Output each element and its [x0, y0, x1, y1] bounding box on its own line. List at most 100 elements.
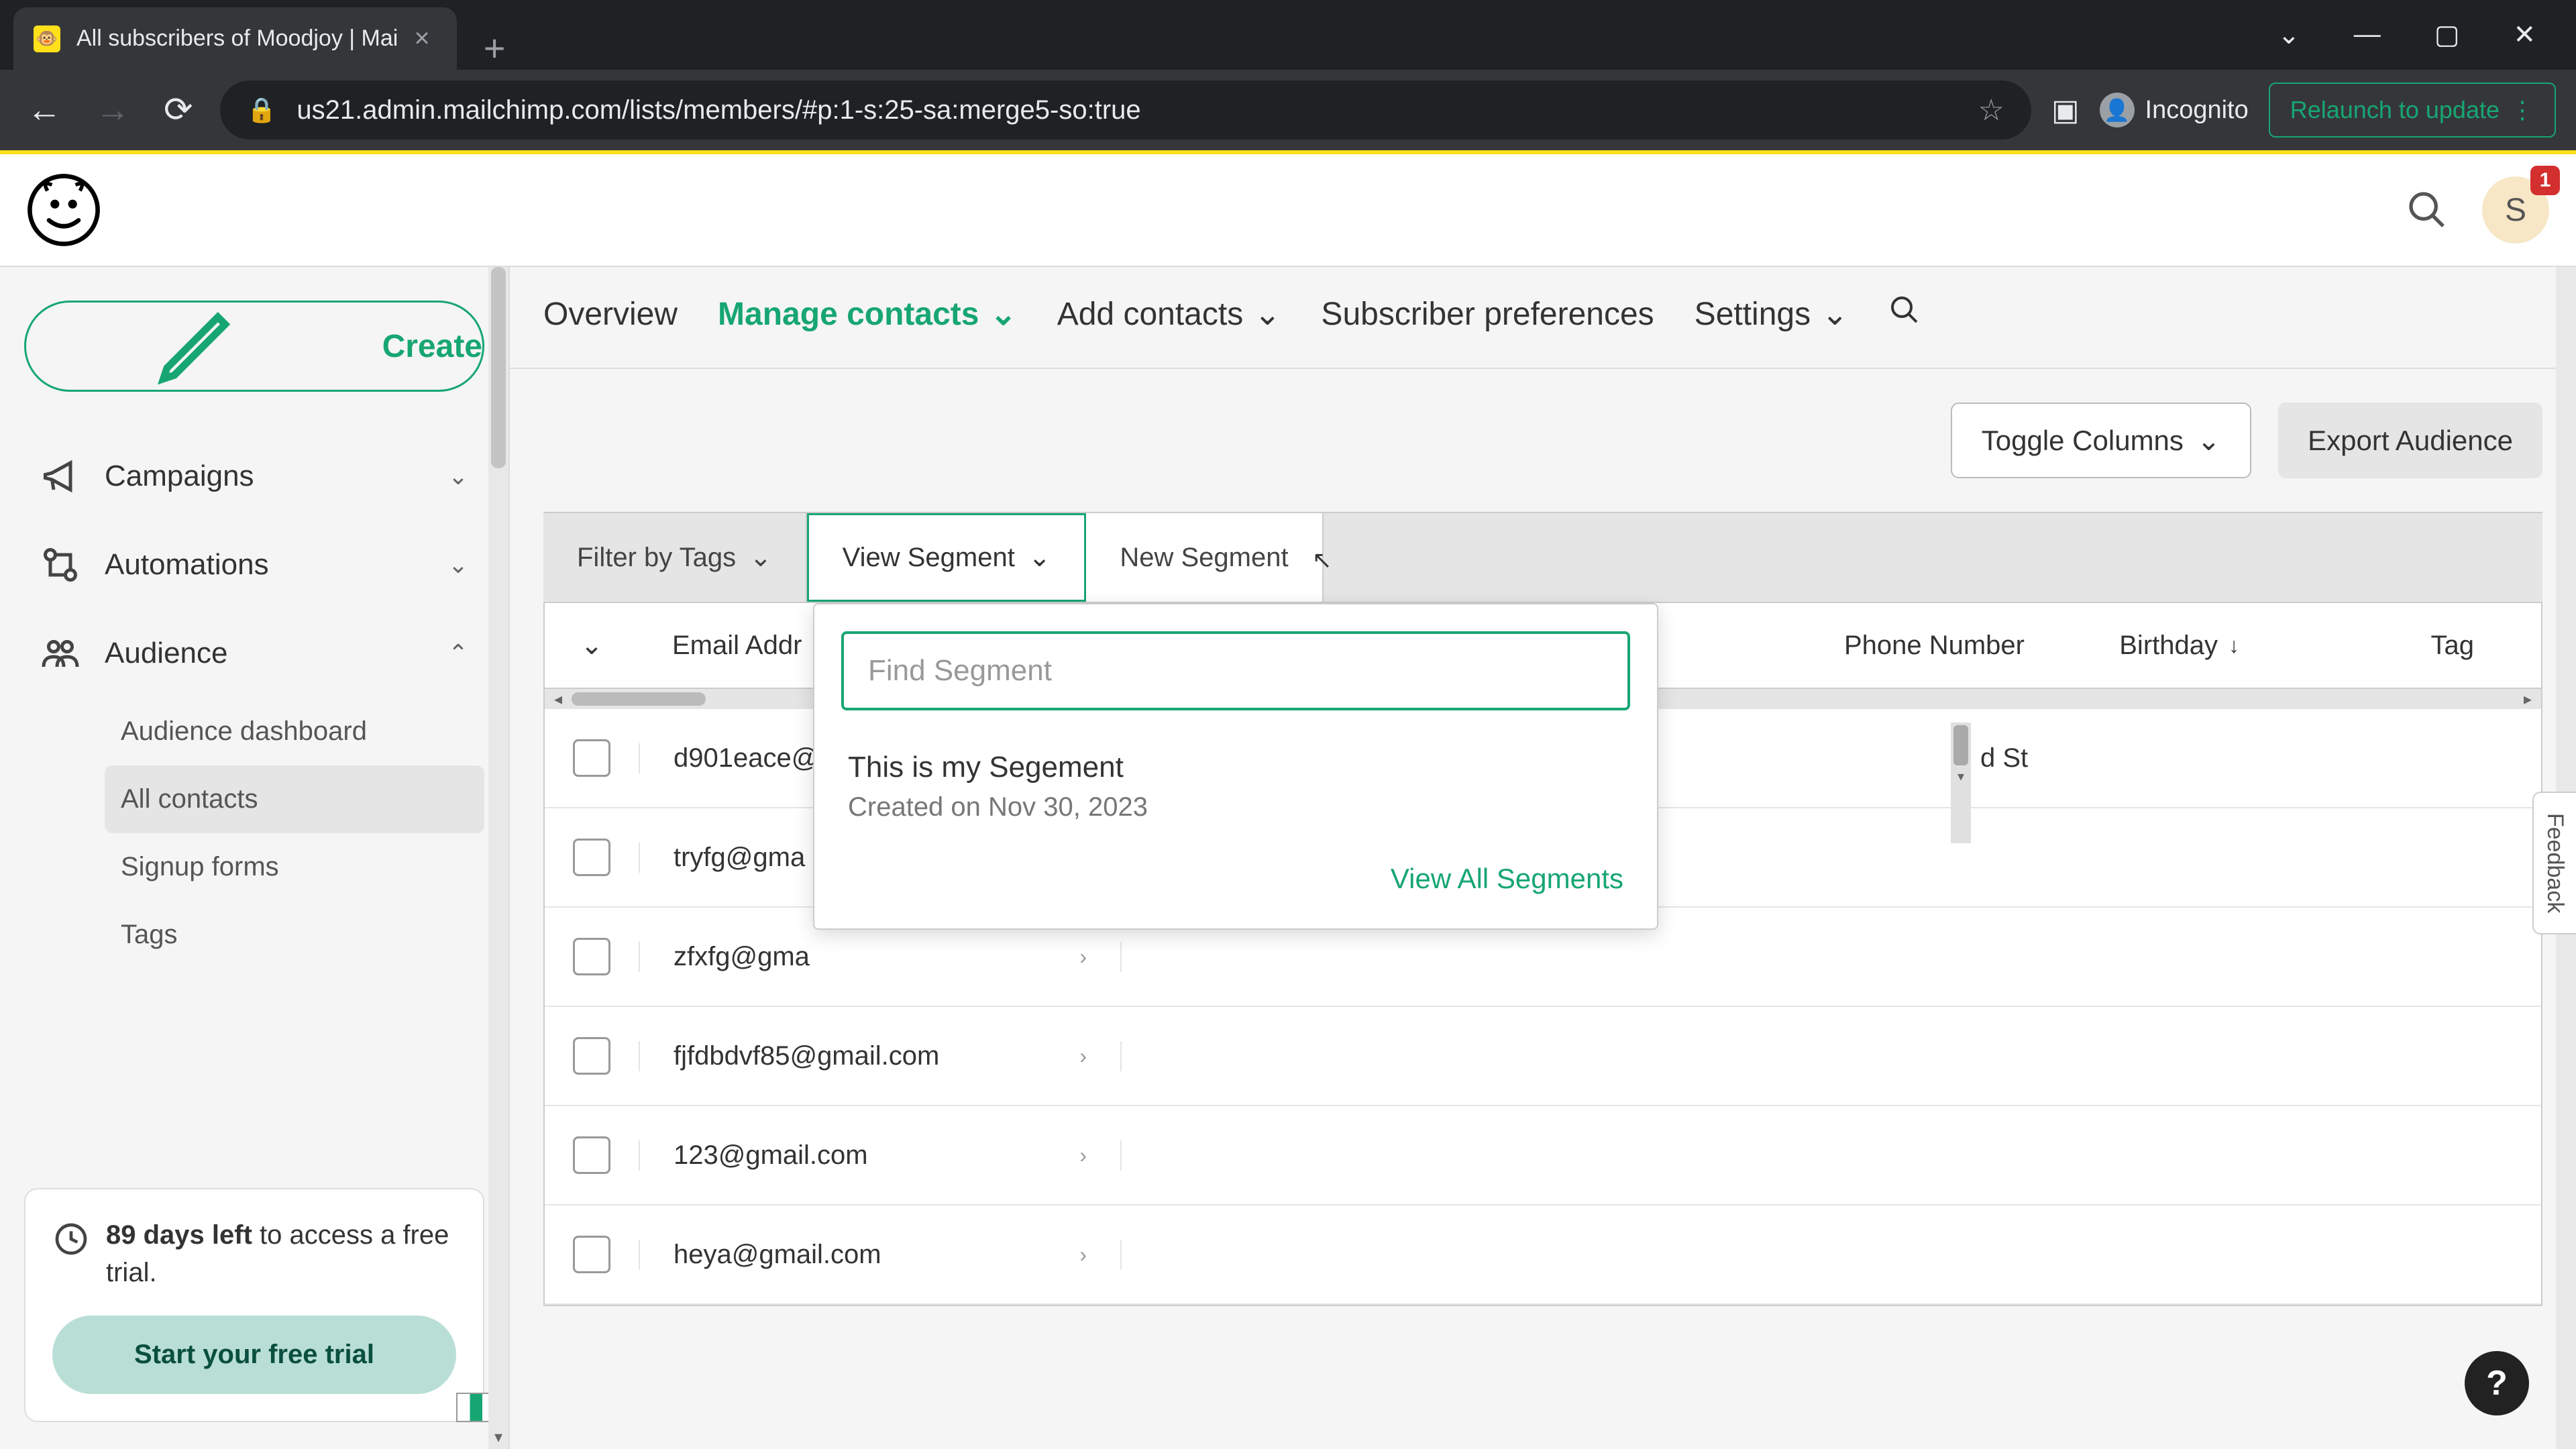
- audience-icon: [40, 633, 80, 674]
- chevron-down-icon: ⌄: [1821, 295, 1848, 333]
- window-controls: ⌄ ― ▢ ✕: [2277, 19, 2576, 50]
- segment-name: This is my Segement: [848, 751, 1623, 784]
- close-window-icon[interactable]: ✕: [2513, 19, 2536, 50]
- toggle-columns-button[interactable]: Toggle Columns ⌄: [1951, 402, 2251, 478]
- select-all-dropdown[interactable]: ⌄: [545, 603, 639, 688]
- url-text: us21.admin.mailchimp.com/lists/members/#…: [297, 95, 1957, 125]
- megaphone-icon: [40, 456, 80, 496]
- chevron-right-icon: ›: [1079, 1044, 1087, 1069]
- column-phone[interactable]: Phone Number: [1811, 604, 2058, 688]
- lock-icon: 🔒: [247, 96, 277, 124]
- sidebar-sub-all-contacts[interactable]: All contacts: [105, 765, 484, 833]
- table-row[interactable]: 123@gmail.com›: [545, 1106, 2541, 1205]
- kebab-icon: ⋮: [2510, 96, 2534, 124]
- sidebar-item-audience[interactable]: Audience ⌃: [24, 609, 484, 698]
- new-tab-button[interactable]: +: [457, 26, 533, 70]
- cell-email[interactable]: zfxfg@gma›: [639, 942, 1122, 972]
- row-checkbox[interactable]: [573, 1037, 610, 1075]
- tab-settings[interactable]: Settings ⌄: [1695, 295, 1849, 333]
- chevron-right-icon: ›: [1079, 1143, 1087, 1168]
- tab-overview[interactable]: Overview: [543, 296, 678, 333]
- contacts-table: ⌄ Email Addr Phone Number Birthday ↓ Tag…: [543, 603, 2542, 1306]
- row-checkbox[interactable]: [573, 839, 610, 876]
- export-audience-button[interactable]: Export Audience: [2278, 402, 2542, 478]
- feedback-tab[interactable]: Feedback: [2532, 792, 2576, 934]
- help-bubble[interactable]: ?: [2465, 1351, 2529, 1415]
- row-checkbox[interactable]: [573, 1136, 610, 1174]
- url-bar[interactable]: 🔒 us21.admin.mailchimp.com/lists/members…: [220, 80, 2031, 140]
- chevron-up-icon: ⌃: [448, 639, 468, 667]
- column-tag[interactable]: Tag: [2398, 604, 2508, 688]
- main-content: Overview Manage contacts ⌄ Add contacts …: [510, 267, 2576, 1449]
- forward-button[interactable]: →: [89, 83, 137, 137]
- segment-date: Created on Nov 30, 2023: [848, 792, 1623, 822]
- table-row[interactable]: heya@gmail.com›: [545, 1205, 2541, 1305]
- back-button[interactable]: ←: [20, 83, 68, 137]
- incognito-badge[interactable]: 👤 Incognito: [2100, 93, 2249, 127]
- create-button[interactable]: Create: [24, 301, 484, 392]
- browser-tab[interactable]: 🐵 All subscribers of Moodjoy | Mai ×: [13, 7, 457, 70]
- row-checkbox[interactable]: [573, 1236, 610, 1273]
- tab-title: All subscribers of Moodjoy | Mai: [76, 25, 398, 52]
- trial-text: 89 days left to access a free trial.: [106, 1216, 456, 1291]
- tab-search-icon[interactable]: [1888, 294, 1921, 334]
- global-search-icon[interactable]: [2406, 189, 2449, 231]
- tabs-dropdown-icon[interactable]: ⌄: [2277, 19, 2300, 50]
- mailchimp-logo[interactable]: [27, 173, 101, 247]
- automations-icon: [40, 545, 80, 585]
- segment-popover: This is my Segement Created on Nov 30, 2…: [813, 603, 1658, 930]
- sidebar-sub-audience-dashboard[interactable]: Audience dashboard: [105, 698, 484, 765]
- table-row[interactable]: fjfdbdvf85@gmail.com›: [545, 1007, 2541, 1106]
- cell-email[interactable]: fjfdbdvf85@gmail.com›: [639, 1041, 1122, 1071]
- view-all-segments-link[interactable]: View All Segments: [841, 849, 1630, 902]
- clock-icon: [52, 1220, 90, 1258]
- scroll-right-arrow-icon[interactable]: ▸: [2514, 690, 2541, 709]
- relaunch-button[interactable]: Relaunch to update ⋮: [2269, 83, 2556, 138]
- start-trial-button[interactable]: Start your free trial: [52, 1316, 456, 1394]
- find-segment-input[interactable]: [841, 631, 1630, 710]
- reload-button[interactable]: ⟳: [157, 83, 200, 137]
- new-segment-button[interactable]: New Segment: [1086, 513, 1323, 602]
- inner-vscrollbar[interactable]: ▾: [1951, 722, 1971, 843]
- trial-card: 89 days left to access a free trial. Sta…: [24, 1188, 484, 1422]
- tab-manage-contacts[interactable]: Manage contacts ⌄: [718, 295, 1017, 333]
- tab-add-contacts[interactable]: Add contacts ⌄: [1057, 295, 1281, 333]
- sidebar-sub-tags[interactable]: Tags: [105, 901, 484, 969]
- row-checkbox[interactable]: [573, 739, 610, 777]
- sidebar-item-automations[interactable]: Automations ⌄: [24, 521, 484, 609]
- maximize-icon[interactable]: ▢: [2434, 19, 2460, 50]
- sidebar-scrollbar[interactable]: ▾: [488, 267, 508, 1449]
- close-tab-icon[interactable]: ×: [414, 23, 429, 54]
- chevron-down-icon: ⌄: [448, 462, 468, 490]
- chevron-right-icon: ›: [1079, 1242, 1087, 1267]
- scroll-left-arrow-icon[interactable]: ◂: [545, 690, 572, 709]
- filter-row: Filter by Tags ⌄ View Segment ⌄ ↖ New Se…: [543, 512, 2542, 603]
- row-checkbox[interactable]: [573, 938, 610, 975]
- cell-email[interactable]: heya@gmail.com›: [639, 1240, 1122, 1270]
- cell-email[interactable]: 123@gmail.com›: [639, 1140, 1122, 1171]
- incognito-icon: 👤: [2100, 93, 2135, 127]
- user-avatar[interactable]: S 1: [2482, 176, 2549, 244]
- mailchimp-favicon: 🐵: [34, 25, 60, 52]
- tab-subscriber-preferences[interactable]: Subscriber preferences: [1321, 296, 1654, 333]
- app-header: S 1: [0, 154, 2576, 267]
- chevron-down-icon: ⌄: [1254, 295, 1281, 333]
- scrollbar-thumb[interactable]: [572, 692, 706, 706]
- sidebar: Create Campaigns ⌄ Automations ⌄ Audienc…: [0, 267, 510, 1449]
- view-segment-button[interactable]: View Segment ⌄ ↖: [807, 513, 1087, 602]
- scroll-down-arrow-icon[interactable]: ▾: [488, 1425, 508, 1449]
- reading-list-icon[interactable]: ▣: [2051, 93, 2080, 127]
- tabs-row: Overview Manage contacts ⌄ Add contacts …: [510, 267, 2576, 369]
- segment-list-item[interactable]: This is my Segement Created on Nov 30, 2…: [841, 737, 1630, 849]
- bookmark-star-icon[interactable]: ☆: [1978, 93, 2004, 127]
- chevron-down-icon: ⌄: [448, 551, 468, 579]
- sidebar-sub-signup-forms[interactable]: Signup forms: [105, 833, 484, 901]
- table-header: ⌄ Email Addr Phone Number Birthday ↓ Tag…: [545, 603, 2541, 689]
- scrollbar-thumb[interactable]: [491, 267, 506, 468]
- column-birthday[interactable]: Birthday ↓: [2086, 604, 2273, 688]
- minimize-icon[interactable]: ―: [2354, 19, 2381, 50]
- sidebar-item-campaigns[interactable]: Campaigns ⌄: [24, 432, 484, 521]
- chevron-down-icon: ⌄: [749, 542, 772, 573]
- incognito-label: Incognito: [2145, 96, 2249, 125]
- filter-by-tags-button[interactable]: Filter by Tags ⌄: [543, 513, 807, 602]
